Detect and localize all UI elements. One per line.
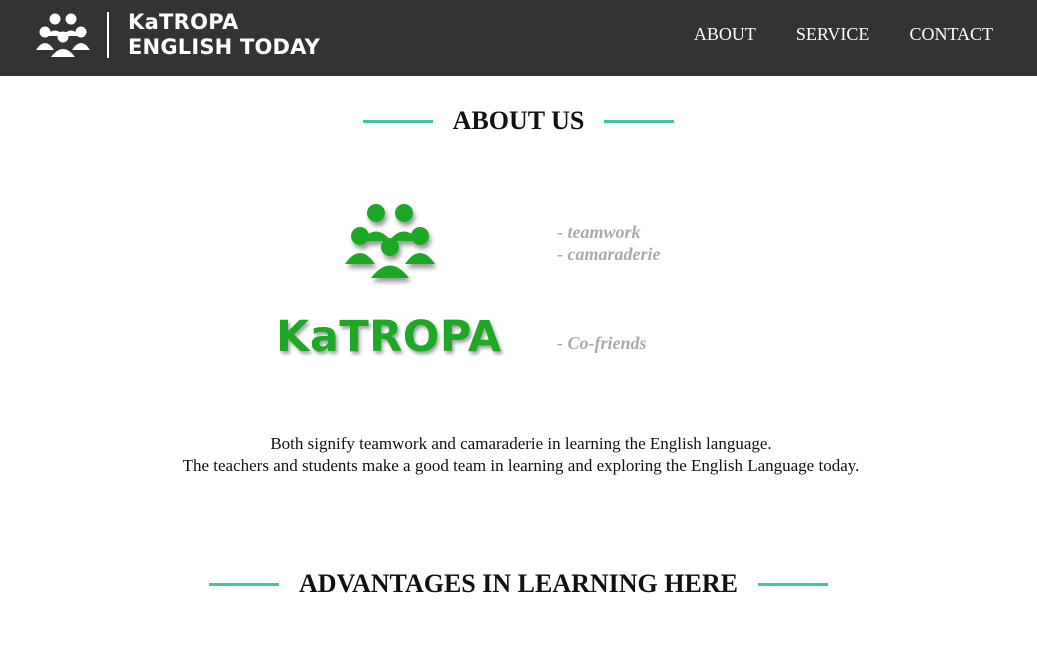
advantages-section-heading: ADVANTAGES IN LEARNING HERE (0, 569, 1037, 599)
about-title: ABOUT US (452, 106, 585, 135)
katropa-wordmark: KaTROPA (276, 312, 502, 362)
meaning-item: - Co-friends (557, 333, 647, 353)
meaning-item: - teamwork (557, 222, 641, 242)
meaning-list-teamwork: - teamwork - camaraderie (557, 221, 660, 265)
logo-divider (107, 12, 109, 58)
about-section-heading: ABOUT US (0, 106, 1037, 136)
logo-text: KaTROPA ENGLISH TODAY (128, 10, 320, 60)
description-line: Both signify teamwork and camaraderie in… (270, 434, 772, 453)
brand-tagline: ENGLISH TODAY (128, 35, 321, 59)
people-group-icon (36, 13, 90, 57)
nav-contact-link[interactable]: CONTACT (909, 24, 993, 45)
about-description: Both signify teamwork and camaraderie in… (0, 433, 1037, 477)
brand-name: KaTROPA (128, 10, 239, 34)
site-logo[interactable]: KaTROPA ENGLISH TODAY (36, 10, 320, 60)
heading-accent-left (362, 119, 433, 123)
main-nav: ABOUT SERVICE CONTACT (694, 24, 993, 45)
advantages-title: ADVANTAGES IN LEARNING HERE (299, 569, 738, 598)
site-header: KaTROPA ENGLISH TODAY ABOUT SERVICE CONT… (0, 0, 1037, 76)
nav-service-link[interactable]: SERVICE (796, 24, 870, 45)
people-group-icon (345, 204, 435, 278)
meaning-list-cofriends: - Co-friends (557, 332, 647, 354)
heading-accent-right (604, 119, 675, 123)
meaning-item: - camaraderie (557, 244, 661, 264)
heading-accent-right (757, 582, 828, 586)
nav-about-link[interactable]: ABOUT (694, 24, 756, 45)
description-line: The teachers and students make a good te… (182, 456, 860, 475)
heading-accent-left (209, 582, 280, 586)
